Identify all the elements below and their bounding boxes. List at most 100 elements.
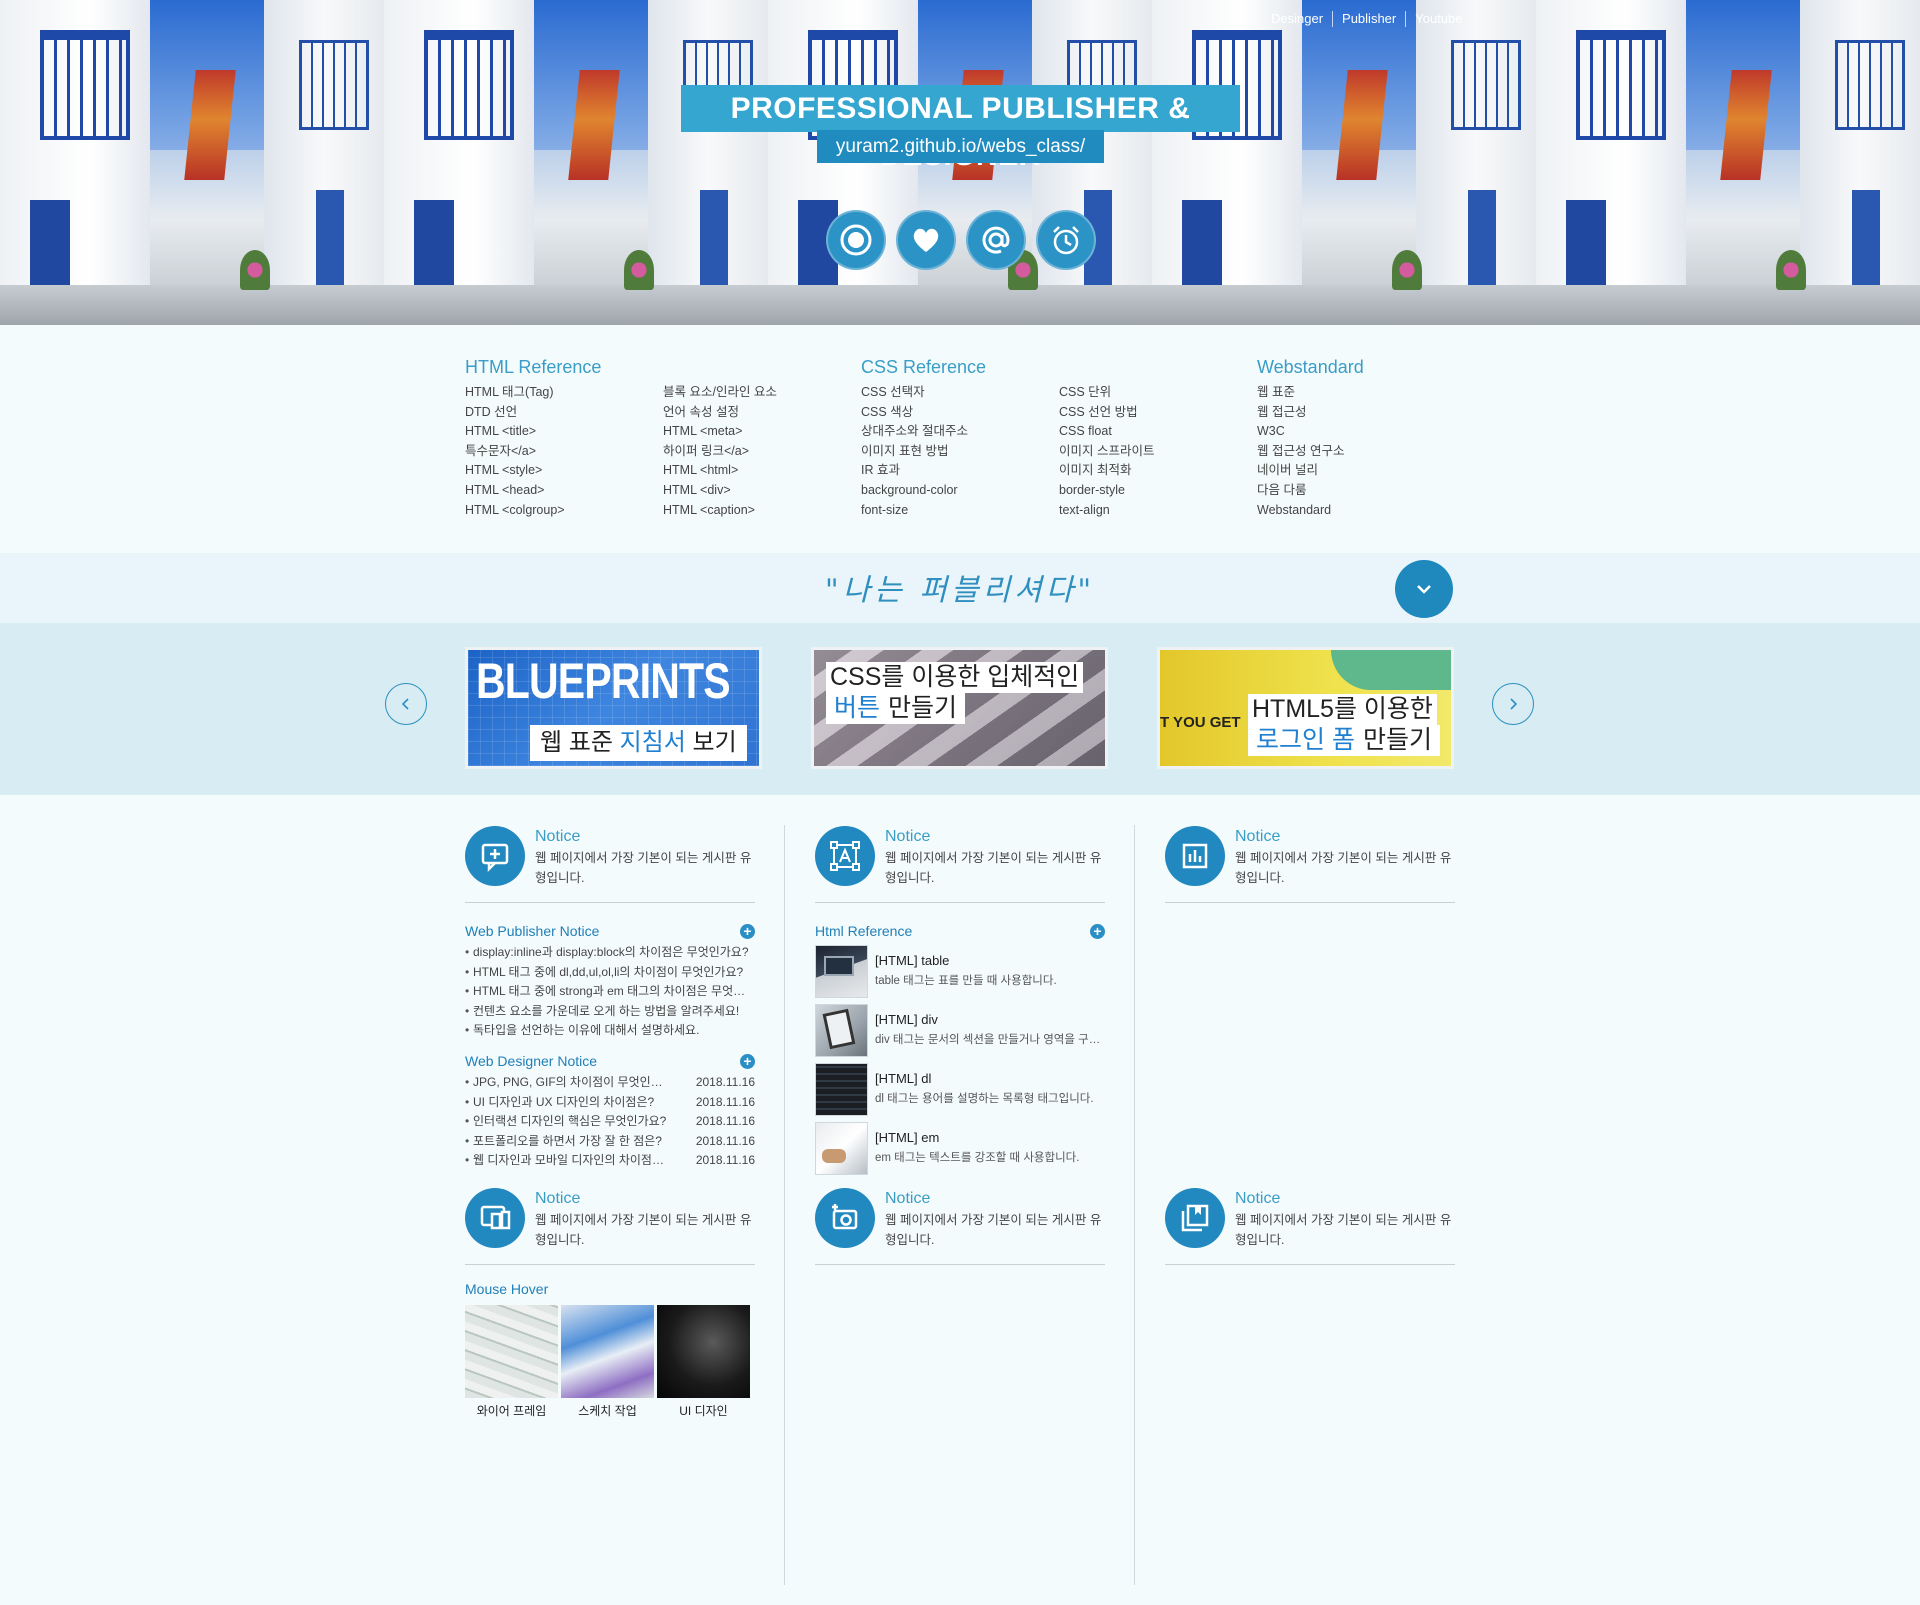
gallery-item[interactable]: 와이어 프레임: [465, 1305, 558, 1419]
scroll-down-button[interactable]: [1395, 560, 1453, 618]
text-box-icon: [815, 826, 875, 886]
banner-caption: HTML5를 이용한 로그인 폼 만들기: [1248, 694, 1440, 756]
reference-link[interactable]: HTML <meta>: [663, 422, 861, 442]
date: 2018.11.16: [695, 1114, 755, 1129]
reference-link[interactable]: 다음 다룸: [1257, 481, 1455, 501]
section-heading: Html Reference +: [815, 923, 1105, 943]
more-plus-icon[interactable]: +: [740, 1053, 755, 1069]
nav-link-designer[interactable]: Desinger: [1262, 11, 1332, 27]
notice-title[interactable]: Notice: [1235, 1190, 1280, 1208]
banner-css-button[interactable]: CSS를 이용한 입체적인 버튼 만들기: [811, 647, 1108, 769]
reference-link[interactable]: 특수문자</a>: [465, 442, 663, 462]
gallery-item[interactable]: UI 디자인: [657, 1305, 750, 1419]
reference-link[interactable]: 블록 요소/인라인 요소: [663, 383, 861, 403]
reference-link[interactable]: HTML 태그(Tag): [465, 383, 663, 403]
notice-title[interactable]: Notice: [535, 828, 580, 846]
list-item[interactable]: 컨텐츠 요소를 가운데로 오게 하는 방법을 알려주세요!: [465, 1002, 755, 1022]
reference-link[interactable]: HTML <title>: [465, 422, 663, 442]
gallery-label: 와이어 프레임: [476, 1404, 547, 1418]
list-item[interactable]: 독타입을 선언하는 이유에 대해서 설명하세요.: [465, 1021, 755, 1041]
reference-link[interactable]: 이미지 표현 방법: [861, 442, 1059, 462]
css-reference-column: CSS Reference CSS 선택자 CSS 단위 CSS 색상 CSS …: [861, 357, 1241, 520]
notice-desc: 웹 페이지에서 가장 기본이 되는 게시판 유형입니다.: [535, 851, 752, 885]
reference-link[interactable]: W3C: [1257, 422, 1455, 442]
more-plus-icon[interactable]: +: [1090, 924, 1105, 939]
banner-html5-login[interactable]: T YOU GET HTML5를 이용한 로그인 폼 만들기: [1157, 647, 1454, 769]
reference-link[interactable]: 웹 표준: [1257, 383, 1455, 403]
reference-link[interactable]: 상대주소와 절대주소: [861, 422, 1059, 442]
banner-heading: BLUEPRINTS: [476, 653, 731, 709]
chevron-down-icon: [1417, 585, 1431, 594]
reference-link[interactable]: HTML <colgroup>: [465, 501, 663, 521]
reference-link[interactable]: HTML <head>: [465, 481, 663, 501]
reference-item-title: [HTML] dl: [875, 1071, 932, 1086]
banner-blueprints[interactable]: BLUEPRINTS 웹 표준 지침서 보기: [465, 647, 762, 769]
reference-link[interactable]: font-size: [861, 501, 1059, 521]
reference-item-desc: dl 태그는 용어를 설명하는 목록형 태그입니다.: [875, 1093, 1094, 1105]
reference-link[interactable]: 네이버 널리: [1257, 461, 1455, 481]
slider-next-button[interactable]: [1492, 683, 1534, 725]
reference-link[interactable]: background-color: [861, 481, 1059, 501]
notice-card: Notice 웹 페이지에서 가장 기본이 되는 게시판 유형입니다.: [1165, 795, 1455, 903]
reference-link[interactable]: CSS 단위: [1059, 383, 1257, 403]
reference-link[interactable]: 이미지 최적화: [1059, 461, 1257, 481]
notice-title[interactable]: Notice: [535, 1190, 580, 1208]
reference-item-title: [HTML] table: [875, 953, 950, 968]
reference-item[interactable]: [HTML] div div 태그는 문서의 섹션을 만들거나 영역을 구분할 …: [815, 1002, 1105, 1061]
section-heading: Web Publisher Notice +: [465, 923, 755, 943]
at-sign-icon[interactable]: [966, 210, 1026, 270]
list-item[interactable]: display:inline과 display:block의 차이점은 무엇인가…: [465, 943, 755, 963]
reference-link[interactable]: DTD 선언: [465, 403, 663, 423]
reference-link[interactable]: 웹 접근성: [1257, 403, 1455, 423]
notice-card: Notice 웹 페이지에서 가장 기본이 되는 게시판 유형입니다.: [465, 795, 755, 903]
content-column-2: Notice 웹 페이지에서 가장 기본이 되는 게시판 유형입니다. Html…: [815, 795, 1105, 1179]
more-plus-icon[interactable]: +: [740, 924, 755, 939]
reference-link[interactable]: Webstandard: [1257, 501, 1455, 521]
heart-icon[interactable]: [896, 210, 956, 270]
nav-link-publisher[interactable]: Publisher: [1332, 11, 1405, 27]
reference-link[interactable]: border-style: [1059, 481, 1257, 501]
list-item[interactable]: HTML 태그 중에 dl,dd,ul,ol,li의 차이점이 무엇인가요?: [465, 963, 755, 983]
reference-item[interactable]: [HTML] table table 태그는 표를 만들 때 사용합니다.: [815, 943, 1105, 1002]
notice-desc: 웹 페이지에서 가장 기본이 되는 게시판 유형입니다.: [885, 1213, 1102, 1247]
reference-item[interactable]: [HTML] em em 태그는 텍스트를 강조할 때 사용합니다.: [815, 1120, 1105, 1179]
reference-link[interactable]: text-align: [1059, 501, 1257, 521]
notice-title[interactable]: Notice: [1235, 828, 1280, 846]
reference-link[interactable]: HTML <style>: [465, 461, 663, 481]
nav-link-youtube[interactable]: Youtube: [1405, 11, 1471, 27]
reference-link[interactable]: 이미지 스프라이트: [1059, 442, 1257, 462]
reference-link[interactable]: CSS 색상: [861, 403, 1059, 423]
laptop-thumbnail: [815, 945, 868, 998]
alarm-clock-icon[interactable]: [1036, 210, 1096, 270]
list-item[interactable]: 포트폴리오를 하면서 가장 잘 한 점은?2018.11.16: [465, 1132, 755, 1152]
add-photo-icon: [815, 1188, 875, 1248]
reference-item[interactable]: [HTML] dl dl 태그는 용어를 설명하는 목록형 태그입니다.: [815, 1061, 1105, 1120]
reference-link[interactable]: HTML <html>: [663, 461, 861, 481]
list-item[interactable]: HTML 태그 중에 strong과 em 태그의 차이점은 무엇인가요?: [465, 982, 755, 1002]
reference-link[interactable]: 웹 접근성 연구소: [1257, 442, 1455, 462]
list-item[interactable]: UI 디자인과 UX 디자인의 차이점은?2018.11.16: [465, 1093, 755, 1113]
reference-item-desc: table 태그는 표를 만들 때 사용합니다.: [875, 975, 1057, 987]
notice-title[interactable]: Notice: [885, 1190, 930, 1208]
notice-desc: 웹 페이지에서 가장 기본이 되는 게시판 유형입니다.: [885, 851, 1102, 885]
list-item[interactable]: 웹 디자인과 모바일 디자인의 차이점은?2018.11.16: [465, 1151, 755, 1171]
reference-link[interactable]: CSS float: [1059, 422, 1257, 442]
reference-list: CSS 선택자 CSS 단위 CSS 색상 CSS 선언 방법 상대주소와 절대…: [861, 383, 1241, 520]
reference-link[interactable]: 언어 속성 설정: [663, 403, 861, 423]
column-title: Webstandard: [1257, 357, 1364, 377]
notice-title[interactable]: Notice: [885, 828, 930, 846]
list-item[interactable]: JPG, PNG, GIF의 차이점이 무엇인가요?2018.11.16: [465, 1073, 755, 1093]
reference-link[interactable]: HTML <caption>: [663, 501, 861, 521]
slogan-bar: "나는 퍼블리셔다": [0, 553, 1920, 623]
reference-link[interactable]: CSS 선택자: [861, 383, 1059, 403]
wireframe-image: [465, 1305, 558, 1398]
gallery-item[interactable]: 스케치 작업: [561, 1305, 654, 1419]
reference-link[interactable]: 하이퍼 링크</a>: [663, 442, 861, 462]
slider-prev-button[interactable]: [385, 683, 427, 725]
target-icon[interactable]: [826, 210, 886, 270]
reference-link[interactable]: IR 효과: [861, 461, 1059, 481]
reference-link[interactable]: HTML <div>: [663, 481, 861, 501]
site-url[interactable]: yuram2.github.io/webs_class/: [817, 130, 1104, 163]
reference-link[interactable]: CSS 선언 방법: [1059, 403, 1257, 423]
list-item[interactable]: 인터랙션 디자인의 핵심은 무엇인가요?2018.11.16: [465, 1112, 755, 1132]
